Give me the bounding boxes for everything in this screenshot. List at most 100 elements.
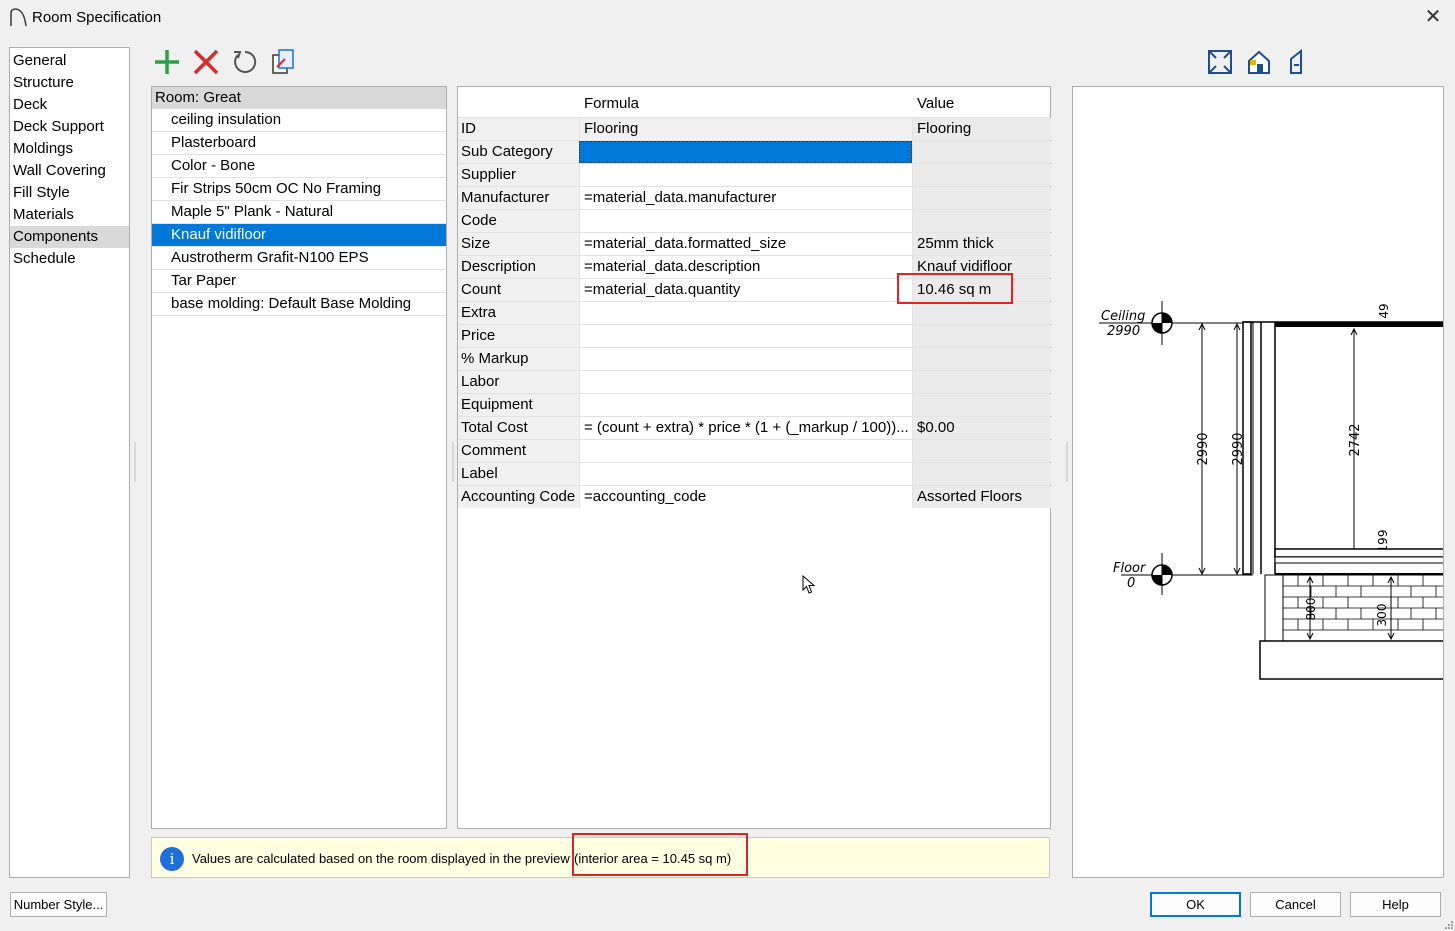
formula-cell[interactable]: =material_data.formatted_size	[579, 233, 912, 255]
grid-row-label: Extra	[458, 302, 579, 324]
grid-row-label: ID	[458, 118, 579, 140]
category-item-structure[interactable]: Structure	[10, 72, 129, 94]
reset-icon[interactable]	[230, 47, 260, 77]
number-style-button[interactable]: Number Style...	[10, 892, 107, 917]
formula-cell[interactable]	[579, 164, 912, 186]
grid-row: Label	[458, 462, 1051, 485]
add-icon[interactable]	[152, 47, 182, 77]
formula-cell[interactable]	[579, 302, 912, 324]
formula-cell[interactable]: =accounting_code	[579, 486, 912, 508]
component-list-item[interactable]: Tar Paper	[152, 270, 446, 293]
component-list-item[interactable]: Knauf vidifloor	[152, 224, 446, 247]
value-cell	[912, 141, 1051, 163]
value-cell	[912, 348, 1051, 370]
formula-cell[interactable]: = (count + extra) * price * (1 + (_marku…	[579, 417, 912, 439]
component-list-item[interactable]: Fir Strips 50cm OC No Framing	[152, 178, 446, 201]
grid-row: Supplier	[458, 163, 1051, 186]
grid-row-label: Accounting Code	[458, 486, 579, 508]
component-list-item[interactable]: ceiling insulation	[152, 109, 446, 132]
ceiling-value: 2990	[1107, 324, 1140, 339]
formula-cell[interactable]: =material_data.description	[579, 256, 912, 278]
count-highlight-box	[897, 273, 1013, 304]
component-list: Room: Great ceiling insulation Plasterboa…	[151, 86, 447, 829]
component-list-item[interactable]: Color - Bone	[152, 155, 446, 178]
component-list-item[interactable]: Plasterboard	[152, 132, 446, 155]
category-item-deck-support[interactable]: Deck Support	[10, 116, 129, 138]
category-item-deck[interactable]: Deck	[10, 94, 129, 116]
category-item-fill-style[interactable]: Fill Style	[10, 182, 129, 204]
component-list-header: Room: Great	[152, 87, 446, 109]
formula-cell[interactable]	[579, 141, 912, 163]
resize-grip-icon[interactable]	[1443, 919, 1453, 929]
formula-cell[interactable]	[579, 348, 912, 370]
value-cell	[912, 164, 1051, 186]
dim-center: 2742	[1348, 423, 1363, 456]
formula-cell[interactable]: =material_data.quantity	[579, 279, 912, 301]
grid-row-label: Manufacturer	[458, 187, 579, 209]
grid-row-label: Price	[458, 325, 579, 347]
splitter-handle[interactable]	[1065, 442, 1069, 482]
help-button[interactable]: Help	[1350, 892, 1441, 917]
delete-icon[interactable]	[191, 47, 221, 77]
grid-row: Equipment	[458, 393, 1051, 416]
grid-row: Labor	[458, 370, 1051, 393]
grid-row-label: Comment	[458, 440, 579, 462]
grid-row-label: Equipment	[458, 394, 579, 416]
ok-button[interactable]: OK	[1150, 892, 1241, 917]
value-cell	[912, 394, 1051, 416]
category-item-schedule[interactable]: Schedule	[10, 248, 129, 270]
grid-row: Manufacturer =material_data.manufacturer	[458, 186, 1051, 209]
value-column-header: Value	[917, 95, 955, 112]
dim-top: 49	[1377, 303, 1391, 318]
component-list-item[interactable]: base molding: Default Base Molding	[152, 293, 446, 316]
grid-row: Sub Category	[458, 140, 1051, 163]
grid-row: Price	[458, 324, 1051, 347]
section-drawing: Ceiling 2990 Floor 0 2990 2990 2742 49 1…	[1099, 301, 1443, 680]
formula-cell[interactable]	[579, 463, 912, 485]
formula-cell[interactable]	[579, 371, 912, 393]
splitter-handle[interactable]	[451, 442, 455, 482]
elevation-view-icon[interactable]	[1283, 47, 1313, 77]
grid-row-label: Sub Category	[458, 141, 579, 163]
component-edit-icon[interactable]	[269, 47, 299, 77]
category-item-materials[interactable]: Materials	[10, 204, 129, 226]
formula-cell[interactable]	[579, 210, 912, 232]
value-cell: $0.00	[912, 417, 1051, 439]
grid-row: Total Cost = (count + extra) * price * (1…	[458, 416, 1051, 439]
value-cell: 25mm thick	[912, 233, 1051, 255]
grid-row: Size =material_data.formatted_size 25mm th…	[458, 232, 1051, 255]
grid-row-label: % Markup	[458, 348, 579, 370]
category-item-general[interactable]: General	[10, 50, 129, 72]
dim-left-outer: 2990	[1196, 432, 1211, 465]
category-item-moldings[interactable]: Moldings	[10, 138, 129, 160]
value-cell	[912, 302, 1051, 324]
formula-cell[interactable]: =material_data.manufacturer	[579, 187, 912, 209]
floor-label: Floor	[1113, 561, 1147, 576]
info-message: Values are calculated based on the room …	[192, 851, 570, 866]
category-item-components[interactable]: Components	[10, 226, 129, 248]
formula-cell[interactable]	[579, 325, 912, 347]
cancel-button[interactable]: Cancel	[1250, 892, 1341, 917]
category-item-wall-covering[interactable]: Wall Covering	[10, 160, 129, 182]
dim-base-left: 800	[1304, 598, 1318, 621]
grid-row-label: Supplier	[458, 164, 579, 186]
component-list-item[interactable]: Maple 5" Plank - Natural	[152, 201, 446, 224]
value-cell	[912, 371, 1051, 393]
floor-value: 0	[1127, 576, 1135, 591]
splitter-handle[interactable]	[133, 442, 137, 482]
formula-cell[interactable]: Flooring	[579, 118, 912, 140]
camera-view-icon[interactable]	[1244, 47, 1274, 77]
grid-row: Code	[458, 209, 1051, 232]
close-icon[interactable]: ✕	[1420, 4, 1446, 30]
value-cell	[912, 463, 1051, 485]
dim-base-right: 300	[1375, 604, 1389, 627]
formula-cell[interactable]	[579, 440, 912, 462]
value-cell: Flooring	[912, 118, 1051, 140]
component-list-item[interactable]: Austrotherm Grafit-N100 EPS	[152, 247, 446, 270]
ceiling-label: Ceiling	[1101, 309, 1145, 324]
formula-cell[interactable]	[579, 394, 912, 416]
room-preview: Ceiling 2990 Floor 0 2990 2990 2742 49 1…	[1072, 86, 1444, 878]
mouse-cursor-icon	[802, 575, 816, 594]
fill-window-icon[interactable]	[1205, 47, 1235, 77]
grid-row: % Markup	[458, 347, 1051, 370]
